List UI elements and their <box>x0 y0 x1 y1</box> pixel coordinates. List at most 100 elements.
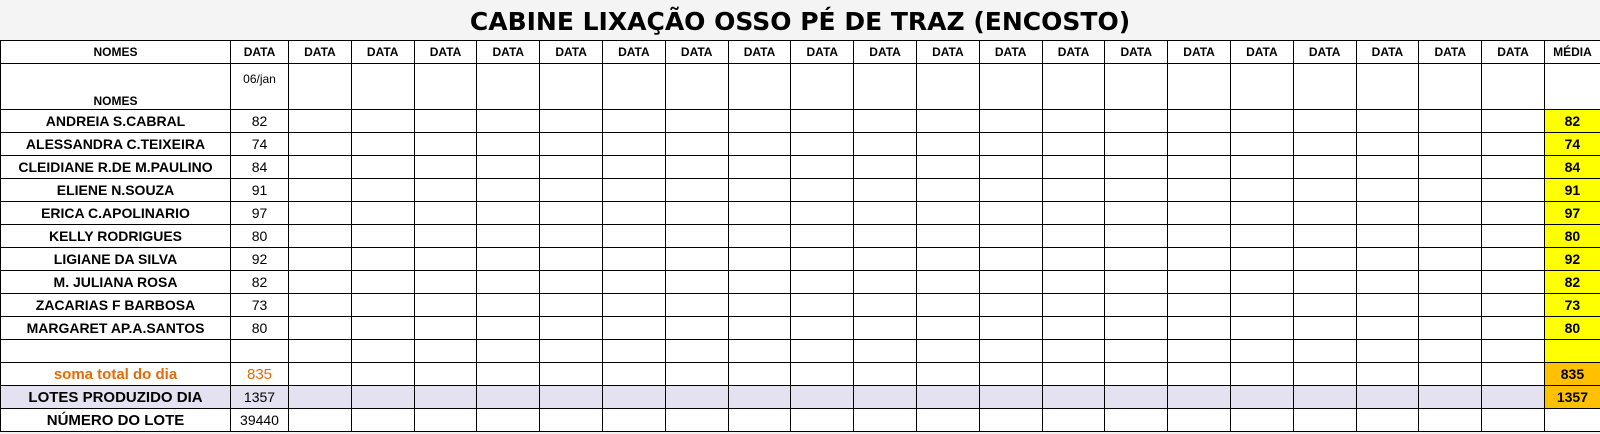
header-date-cell[interactable]: DATA <box>601 40 666 64</box>
soma-value-cell[interactable]: 835 <box>230 362 289 386</box>
header-date-cell[interactable]: DATA <box>915 40 980 64</box>
empty-cell[interactable] <box>601 408 666 432</box>
empty-score-cell[interactable] <box>476 316 541 340</box>
empty-cell[interactable] <box>1167 385 1231 409</box>
empty-cell[interactable] <box>664 385 729 409</box>
employee-name-cell[interactable]: LIGIANE DA SILVA <box>0 247 231 271</box>
empty-cell[interactable] <box>978 385 1043 409</box>
empty-score-cell[interactable] <box>413 339 478 363</box>
empty-score-cell[interactable] <box>1229 201 1294 225</box>
empty-score-cell[interactable] <box>664 132 729 156</box>
empty-score-cell[interactable] <box>664 201 729 225</box>
empty-date-cell[interactable] <box>539 63 603 110</box>
empty-score-cell[interactable] <box>601 270 666 294</box>
empty-score-cell[interactable] <box>1229 155 1294 179</box>
lotes-value-cell[interactable]: 1357 <box>230 385 289 409</box>
media-cell[interactable]: 92 <box>1543 247 1600 271</box>
empty-score-cell[interactable] <box>727 178 792 202</box>
empty-score-cell[interactable] <box>1229 247 1294 271</box>
empty-score-cell[interactable] <box>288 293 352 317</box>
empty-score-cell[interactable] <box>853 339 917 363</box>
score-cell[interactable]: 80 <box>230 316 289 340</box>
empty-score-cell[interactable] <box>413 316 478 340</box>
empty-date-cell[interactable] <box>288 63 352 110</box>
empty-score-cell[interactable] <box>664 109 729 133</box>
empty-date-cell[interactable] <box>1481 63 1545 110</box>
empty-score-cell[interactable] <box>288 224 352 248</box>
empty-score-cell[interactable] <box>1041 178 1106 202</box>
empty-cell[interactable] <box>350 362 415 386</box>
empty-score-cell[interactable] <box>288 339 352 363</box>
media-cell[interactable]: 73 <box>1543 293 1600 317</box>
empty-score-cell[interactable] <box>288 201 352 225</box>
empty-date-cell[interactable] <box>413 63 478 110</box>
empty-score-cell[interactable] <box>727 339 792 363</box>
empty-score-cell[interactable] <box>1041 155 1106 179</box>
empty-score-cell[interactable] <box>1418 270 1483 294</box>
empty-score-cell[interactable] <box>539 201 603 225</box>
empty-score-cell[interactable] <box>1355 201 1420 225</box>
empty-score-cell[interactable] <box>1104 132 1169 156</box>
empty-score-cell[interactable] <box>539 270 603 294</box>
header-date-cell[interactable]: DATA <box>476 40 541 64</box>
empty-score-cell[interactable] <box>1041 224 1106 248</box>
header-media-cell[interactable]: MÉDIA <box>1543 40 1600 64</box>
media-cell[interactable]: 74 <box>1543 132 1600 156</box>
empty-cell[interactable] <box>1041 385 1106 409</box>
empty-score-cell[interactable] <box>1481 109 1545 133</box>
empty-score-cell[interactable] <box>1229 178 1294 202</box>
empty-score-cell[interactable] <box>1481 270 1545 294</box>
empty-score-cell[interactable] <box>1167 293 1231 317</box>
empty-score-cell[interactable] <box>1167 178 1231 202</box>
empty-score-cell[interactable] <box>727 316 792 340</box>
empty-score-cell[interactable] <box>601 316 666 340</box>
media-cell[interactable]: 80 <box>1543 316 1600 340</box>
empty-score-cell[interactable] <box>853 132 917 156</box>
empty-score-cell[interactable] <box>1481 293 1545 317</box>
empty-cell[interactable] <box>1167 408 1231 432</box>
empty-score-cell[interactable] <box>664 155 729 179</box>
empty-cell[interactable] <box>1418 408 1483 432</box>
empty-cell[interactable] <box>1481 362 1545 386</box>
empty-score-cell[interactable] <box>664 293 729 317</box>
empty-score-cell[interactable] <box>790 201 855 225</box>
empty-score-cell[interactable] <box>539 155 603 179</box>
score-cell[interactable]: 97 <box>230 201 289 225</box>
empty-score-cell[interactable] <box>288 178 352 202</box>
empty-score-cell[interactable] <box>476 339 541 363</box>
empty-score-cell[interactable] <box>978 178 1043 202</box>
empty-cell[interactable] <box>1292 362 1357 386</box>
empty-score-cell[interactable] <box>1355 224 1420 248</box>
empty-score-cell[interactable] <box>1167 132 1231 156</box>
empty-cell[interactable] <box>915 408 980 432</box>
empty-score-cell[interactable] <box>664 339 729 363</box>
empty-score-cell[interactable] <box>790 178 855 202</box>
employee-name-cell[interactable]: CLEIDIANE R.DE M.PAULINO <box>0 155 231 179</box>
empty-score-cell[interactable] <box>1355 316 1420 340</box>
empty-score-cell[interactable] <box>601 339 666 363</box>
empty-cell[interactable] <box>915 362 980 386</box>
empty-score-cell[interactable] <box>539 132 603 156</box>
empty-cell[interactable] <box>1481 408 1545 432</box>
empty-score-cell[interactable] <box>1104 178 1169 202</box>
empty-score-cell[interactable] <box>790 155 855 179</box>
empty-score-cell[interactable] <box>1041 109 1106 133</box>
empty-score-cell[interactable] <box>915 109 980 133</box>
empty-score-cell[interactable] <box>1418 132 1483 156</box>
empty-score-cell[interactable] <box>413 270 478 294</box>
empty-score-cell[interactable] <box>978 339 1043 363</box>
empty-date-cell[interactable] <box>853 63 917 110</box>
empty-score-cell[interactable] <box>539 339 603 363</box>
empty-cell[interactable] <box>601 362 666 386</box>
empty-score-cell[interactable] <box>476 224 541 248</box>
empty-cell[interactable] <box>978 408 1043 432</box>
empty-score-cell[interactable] <box>350 339 415 363</box>
empty-score-cell[interactable] <box>601 155 666 179</box>
empty-score-cell[interactable] <box>978 224 1043 248</box>
empty-cell[interactable] <box>727 362 792 386</box>
empty-score-cell[interactable] <box>476 109 541 133</box>
empty-score-cell[interactable] <box>413 132 478 156</box>
empty-date-cell[interactable] <box>1229 63 1294 110</box>
empty-cell[interactable] <box>1104 362 1169 386</box>
empty-score-cell[interactable] <box>1481 155 1545 179</box>
